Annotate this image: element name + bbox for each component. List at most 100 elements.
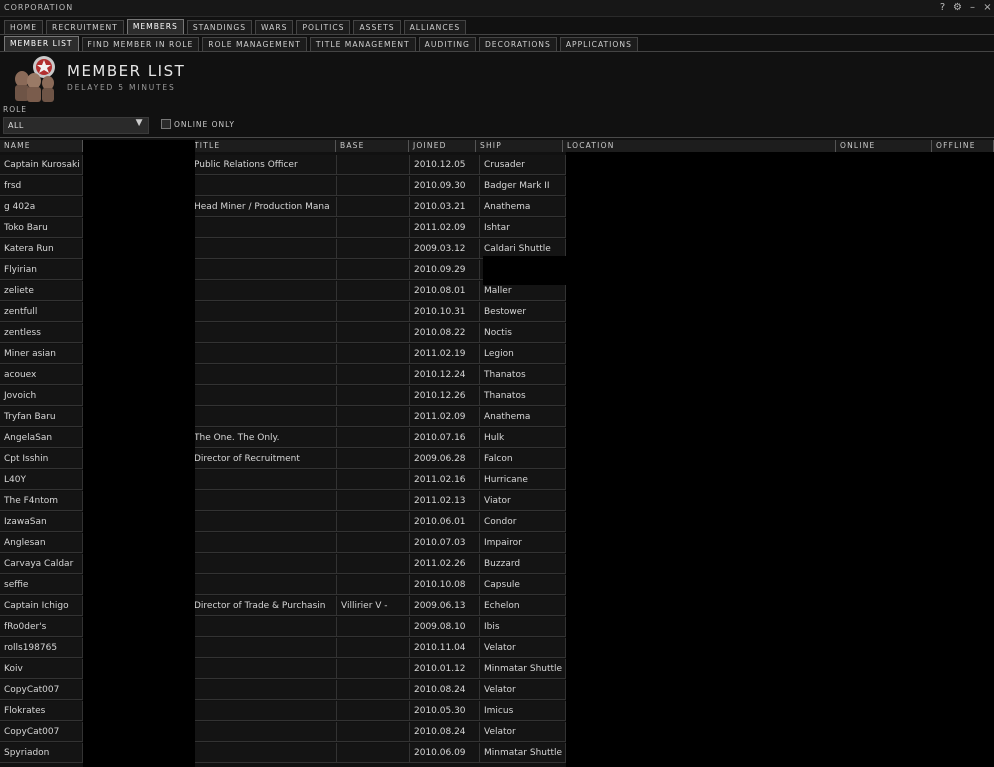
online-only-label: ONLINE ONLY (174, 120, 235, 129)
member-name: zentless (0, 323, 83, 343)
settings-icon[interactable]: ⚙ (951, 1, 964, 14)
main-tab-bar: HOME RECRUITMENT MEMBERS STANDINGS WARS POLIT… (4, 19, 467, 35)
member-name: IzawaSan (0, 512, 83, 532)
member-joined: 2010.12.24 (410, 365, 480, 385)
column-header-name[interactable]: NAME (0, 140, 83, 152)
role-filter-dropdown[interactable]: ALL ▼ (3, 117, 149, 134)
member-name: CopyCat007 (0, 680, 83, 700)
member-title: The One. The Only. (190, 428, 337, 448)
member-base (337, 575, 410, 595)
member-base (337, 722, 410, 742)
column-header-location[interactable]: LOCATION (563, 140, 836, 152)
member-base (337, 260, 410, 280)
member-ship: Legion (480, 344, 566, 364)
member-title (190, 407, 337, 427)
member-title (190, 638, 337, 658)
column-header-title[interactable]: TITLE (190, 140, 336, 152)
member-base (337, 491, 410, 511)
member-joined: 2010.10.08 (410, 575, 480, 595)
member-joined: 2010.09.30 (410, 176, 480, 196)
subtab-role-management[interactable]: ROLE MANAGEMENT (202, 37, 307, 52)
member-title (190, 302, 337, 322)
member-title: Director of Recruitment (190, 449, 337, 469)
subtab-find-member-in-role[interactable]: FIND MEMBER IN ROLE (81, 37, 200, 52)
tab-assets[interactable]: ASSETS (353, 20, 401, 35)
member-base (337, 428, 410, 448)
member-title: Public Relations Officer (190, 155, 337, 175)
member-ship: Velator (480, 680, 566, 700)
member-base (337, 365, 410, 385)
member-ship: Minmatar Shuttle (480, 659, 566, 679)
member-joined: 2010.11.04 (410, 638, 480, 658)
column-header-base[interactable]: BASE (336, 140, 409, 152)
member-base (337, 512, 410, 532)
member-name: Cpt Isshin (0, 449, 83, 469)
subtab-auditing[interactable]: AUDITING (418, 37, 476, 52)
member-title (190, 260, 337, 280)
member-ship: Buzzard (480, 554, 566, 574)
tab-wars[interactable]: WARS (255, 20, 294, 35)
online-only-checkbox[interactable] (161, 119, 171, 129)
member-base (337, 302, 410, 322)
member-ship: Bestower (480, 302, 566, 322)
member-name: AngelaSan (0, 428, 83, 448)
subtab-title-management[interactable]: TITLE MANAGEMENT (309, 37, 416, 52)
member-ship: Capsule (480, 575, 566, 595)
member-title (190, 659, 337, 679)
member-base (337, 743, 410, 763)
chevron-down-icon: ▼ (135, 118, 143, 128)
member-title: Director of Trade & Purchasin (190, 596, 337, 616)
member-joined: 2010.03.21 (410, 197, 480, 217)
column-header-joined[interactable]: JOINED (409, 140, 476, 152)
subtab-applications[interactable]: APPLICATIONS (559, 37, 638, 52)
member-joined: 2011.02.09 (410, 218, 480, 238)
member-title (190, 743, 337, 763)
column-header-online[interactable]: ONLINE (836, 140, 932, 152)
help-icon[interactable]: ? (936, 1, 949, 14)
column-header-offline[interactable]: OFFLINE (932, 140, 994, 152)
close-icon[interactable]: × (981, 1, 994, 14)
member-name: seffie (0, 575, 83, 595)
member-base (337, 449, 410, 469)
tab-politics[interactable]: POLITICS (296, 20, 351, 35)
member-joined: 2010.08.22 (410, 323, 480, 343)
member-base: Villirier V - (337, 596, 410, 616)
member-ship: Anathema (480, 407, 566, 427)
member-joined: 2010.07.03 (410, 533, 480, 553)
tab-recruitment[interactable]: RECRUITMENT (46, 20, 124, 35)
member-joined: 2010.06.09 (410, 743, 480, 763)
member-title (190, 701, 337, 721)
column-header-ship[interactable]: SHIP (476, 140, 563, 152)
member-name: Carvaya Caldar (0, 554, 83, 574)
tab-alliances[interactable]: ALLIANCES (403, 20, 467, 35)
member-ship: Ishtar (480, 218, 566, 238)
member-joined: 2010.12.26 (410, 386, 480, 406)
redacted-location-pane (566, 152, 994, 767)
member-title (190, 722, 337, 742)
member-name: Miner asian (0, 344, 83, 364)
page-title: MEMBER LIST (67, 62, 186, 80)
member-base (337, 659, 410, 679)
member-base (337, 470, 410, 490)
tab-members[interactable]: MEMBERS (126, 19, 184, 35)
subtab-decorations[interactable]: DECORATIONS (478, 37, 557, 52)
member-joined: 2010.09.29 (410, 260, 480, 280)
page-subtitle: DELAYED 5 MINUTES (67, 83, 176, 92)
tab-standings[interactable]: STANDINGS (186, 20, 253, 35)
member-title (190, 470, 337, 490)
member-base (337, 239, 410, 259)
member-ship: Echelon (480, 596, 566, 616)
subtab-member-list[interactable]: MEMBER LIST (4, 36, 79, 52)
member-joined: 2011.02.26 (410, 554, 480, 574)
member-title (190, 491, 337, 511)
member-joined: 2011.02.19 (410, 344, 480, 364)
member-joined: 2009.03.12 (410, 239, 480, 259)
member-base (337, 617, 410, 637)
minimize-icon[interactable]: – (966, 1, 979, 14)
tab-home[interactable]: HOME (4, 20, 44, 35)
member-base (337, 197, 410, 217)
member-ship: Crusader (480, 155, 566, 175)
tab-divider (0, 51, 994, 52)
member-name: Katera Run (0, 239, 83, 259)
member-name: frsd (0, 176, 83, 196)
